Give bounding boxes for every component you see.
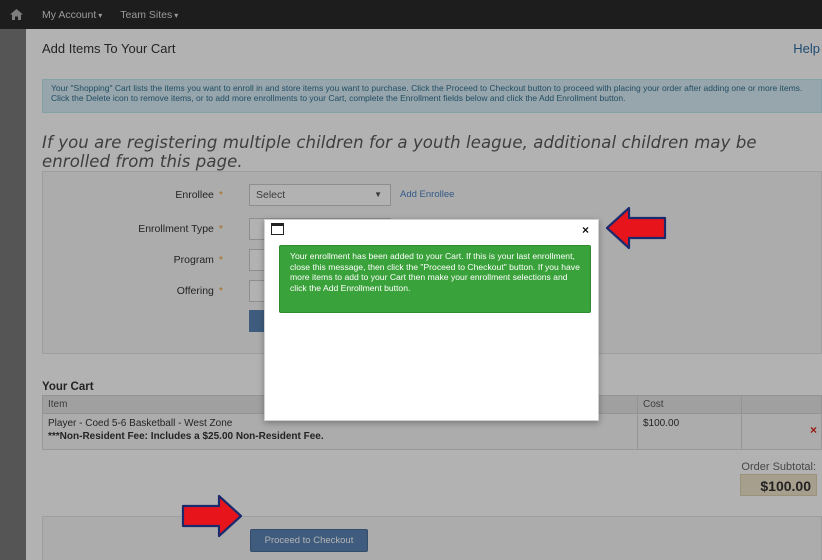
modal-header: × [265,220,598,240]
window-icon [271,223,284,235]
enrollment-added-alert: Your enrollment has been added to your C… [279,245,591,313]
confirmation-modal: × Your enrollment has been added to your… [264,219,599,421]
arrow-left-icon [605,206,667,250]
arrow-right-icon [181,494,243,538]
close-icon[interactable]: × [582,223,589,237]
